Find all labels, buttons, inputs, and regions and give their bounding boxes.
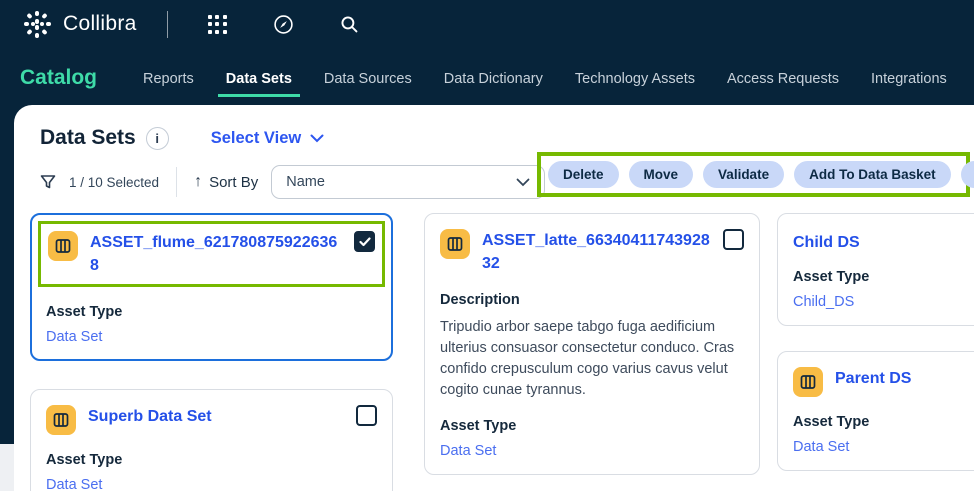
catalog-brand: Catalog	[20, 66, 97, 105]
card-title-link[interactable]: Parent DS	[835, 367, 974, 390]
sort-field-value: Name	[286, 174, 325, 190]
tab-data-dictionary[interactable]: Data Dictionary	[444, 71, 543, 105]
funnel-icon[interactable]	[40, 174, 56, 190]
card-column-3: Child DS Asset Type Child_DS Parent DS A…	[777, 213, 974, 471]
data-set-card-child-ds[interactable]: Child DS Asset Type Child_DS	[777, 213, 974, 326]
card-checkbox[interactable]	[354, 231, 375, 252]
tab-reports[interactable]: Reports	[143, 71, 194, 105]
brand-title: Collibra	[63, 12, 137, 36]
add-to-data-basket-button[interactable]: Add To Data Basket	[794, 161, 951, 188]
catalog-nav: Catalog Reports Data Sets Data Sources D…	[0, 48, 974, 105]
compass-icon[interactable]	[273, 14, 294, 35]
sort-by-label: Sort By	[209, 174, 258, 191]
data-set-card-parent-ds[interactable]: Parent DS Asset Type Data Set	[777, 351, 974, 471]
card-header: Parent DS	[793, 367, 974, 397]
asset-type-value-link[interactable]: Child_DS	[793, 294, 974, 310]
data-set-card-asset-latte[interactable]: ASSET_latte_6634041174392832 Description…	[424, 213, 760, 475]
tab-data-sets[interactable]: Data Sets	[218, 71, 300, 97]
move-button[interactable]: Move	[629, 161, 694, 188]
card-checkbox[interactable]	[723, 229, 744, 250]
card-title-link[interactable]: Superb Data Set	[88, 405, 344, 428]
header-divider	[167, 11, 168, 38]
card-title-link[interactable]: ASSET_latte_6634041174392832	[482, 229, 711, 275]
table-asset-icon	[48, 231, 78, 261]
tab-technology-assets[interactable]: Technology Assets	[575, 71, 695, 105]
asset-type-label: Asset Type	[793, 414, 974, 430]
card-header: Superb Data Set	[46, 405, 377, 435]
card-checkbox[interactable]	[356, 405, 377, 426]
card-title-link[interactable]: Child DS	[793, 234, 974, 252]
table-asset-icon	[440, 229, 470, 259]
asset-type-label: Asset Type	[46, 304, 377, 320]
validate-button[interactable]: Validate	[703, 161, 784, 188]
asset-type-label: Asset Type	[793, 269, 974, 285]
table-asset-icon	[46, 405, 76, 435]
data-set-card-asset-flume[interactable]: ASSET_flume_6217808759226368 Asset Type …	[30, 213, 393, 361]
select-view-label: Select View	[211, 129, 302, 148]
select-view-dropdown[interactable]: Select View	[211, 129, 325, 148]
search-icon[interactable]	[340, 15, 359, 34]
description-text: Tripudio arbor saepe tabgo fuga aedifici…	[440, 317, 744, 401]
table-asset-icon	[793, 367, 823, 397]
card-column-2: ASSET_latte_6634041174392832 Description…	[424, 213, 760, 475]
asset-type-value-link[interactable]: Data Set	[46, 477, 377, 491]
toolbar-divider	[176, 167, 177, 197]
page-title: Data Sets	[40, 126, 136, 150]
card-column-1: ASSET_flume_6217808759226368 Asset Type …	[30, 213, 393, 491]
asset-type-value-link[interactable]: Data Set	[440, 443, 744, 459]
annotation-box-actions: Delete Move Validate Add To Data Basket …	[537, 152, 970, 197]
card-title-link[interactable]: ASSET_flume_6217808759226368	[90, 231, 342, 277]
sort-field-select[interactable]: Name	[271, 165, 545, 199]
apps-grid-icon[interactable]	[208, 15, 227, 34]
asset-type-value-link[interactable]: Data Set	[46, 329, 377, 345]
delete-button[interactable]: Delete	[548, 161, 619, 188]
tab-integrations[interactable]: Integrations	[871, 71, 947, 105]
asset-type-label: Asset Type	[440, 418, 744, 434]
annotation-box-selected-card: ASSET_flume_6217808759226368	[38, 221, 385, 287]
description-label: Description	[440, 292, 744, 308]
chevron-down-icon	[310, 134, 324, 143]
tab-data-sources[interactable]: Data Sources	[324, 71, 412, 105]
top-bar: Collibra	[0, 0, 974, 48]
content-background: Data Sets i Select View 1 / 10 Selected …	[0, 105, 974, 491]
data-set-card-superb[interactable]: Superb Data Set Asset Type Data Set	[30, 389, 393, 491]
approval-button[interactable]: Approval	[961, 161, 974, 188]
selected-count: 1 / 10 Selected	[69, 175, 159, 190]
tab-access-requests[interactable]: Access Requests	[727, 71, 839, 105]
chevron-down-icon	[516, 178, 530, 187]
checkmark-icon	[359, 237, 371, 247]
card-header: ASSET_latte_6634041174392832	[440, 229, 744, 275]
panel-header: Data Sets i Select View	[14, 105, 974, 150]
asset-type-label: Asset Type	[46, 452, 377, 468]
data-sets-panel: Data Sets i Select View 1 / 10 Selected …	[14, 105, 974, 491]
collibra-logo-icon	[22, 9, 52, 39]
asset-type-value-link[interactable]: Data Set	[793, 439, 974, 455]
card-header: ASSET_flume_6217808759226368	[48, 231, 375, 277]
sort-ascending-icon[interactable]: ↑	[194, 173, 202, 191]
info-icon[interactable]: i	[146, 127, 169, 150]
